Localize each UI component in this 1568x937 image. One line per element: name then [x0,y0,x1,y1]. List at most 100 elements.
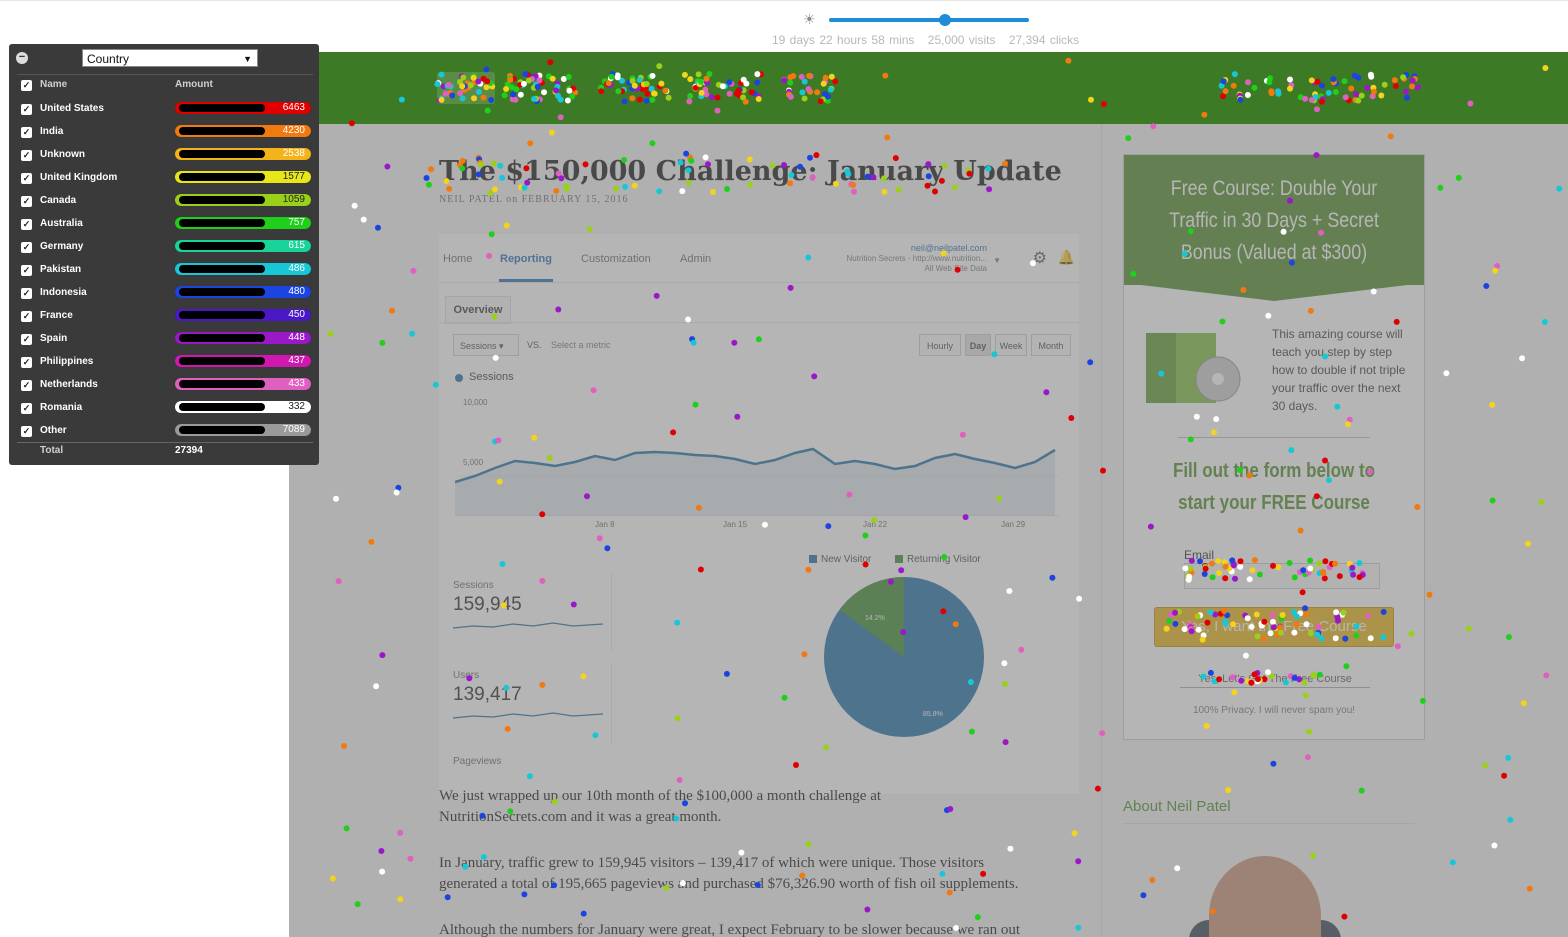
paragraph-line: We just wrapped up our 10th month of the… [439,788,882,804]
gear-icon: ⚙ [1032,250,1047,267]
metric-select-label: Sessions [460,341,497,351]
country-checkbox[interactable]: ✓ [21,127,32,138]
site-header [289,52,1568,124]
country-bar-track [179,426,265,434]
sessions-value: 159,945 [453,594,522,615]
country-bar: 1577 [175,171,311,183]
analytics-screenshot: Home Reporting Customization Admin neil@… [439,234,1079,794]
paragraph: In January, traffic grew to 159,945 visi… [439,853,1018,895]
country-bar-track [179,311,265,319]
country-name: Germany [40,241,84,252]
tab-home: Home [443,253,473,265]
users-sparkline [453,712,603,719]
users-value: 139,417 [453,684,522,705]
country-bar: 450 [175,309,311,321]
country-bar-track [179,403,265,411]
country-checkbox[interactable]: ✓ [21,242,32,253]
divider [439,322,1079,323]
country-amount: 437 [288,355,305,366]
country-amount: 1059 [282,194,305,205]
pie-legend-returning: Returning Visitor [895,554,981,565]
collapse-icon[interactable]: − [16,52,28,64]
country-bar: 4230 [175,125,311,137]
pageviews-label: Pageviews [453,756,502,767]
article-byline: NEIL PATEL on FEBRUARY 15, 2016 [439,194,629,205]
pie-new-pct: 85.8% [923,711,943,718]
country-checkbox[interactable]: ✓ [21,150,32,161]
brightness-slider[interactable] [829,18,1029,22]
paragraph: We just wrapped up our 10th month of the… [439,786,881,828]
email-field[interactable] [1184,563,1380,589]
country-amount: 448 [288,332,305,343]
duration-text: 19 days 22 hours 58 mins [772,33,915,47]
period-month: Month [1031,334,1071,356]
article-title: The $150,000 Challenge: January Update [439,156,1062,187]
free-course-link[interactable]: Yes, Let's Get The Free Course [1180,673,1370,688]
country-bar-track [179,288,265,296]
country-checkbox[interactable]: ✓ [21,219,32,230]
optin-header: Free Course: Double Your Traffic in 30 D… [1124,155,1424,285]
free-course-button[interactable]: Yes, I want the Free Course [1154,607,1394,647]
country-checkbox[interactable]: ✓ [21,357,32,368]
slider-handle[interactable] [939,14,951,26]
course-box-image [1146,333,1241,403]
country-bar-track [179,334,265,342]
country-checkbox[interactable]: ✓ [21,311,32,322]
total-label: Total [40,445,64,456]
legend-swatch [895,555,903,563]
visitor-pie-chart: 14.2% 85.8% [824,577,984,737]
nav-item[interactable] [437,72,495,104]
country-checkbox[interactable]: ✓ [21,380,32,391]
active-tab-indicator [499,279,553,282]
country-bar: 2538 [175,148,311,160]
optin-title: Free Course: Double Your Traffic in 30 D… [1169,177,1379,264]
country-name: Indonesia [40,287,87,298]
country-name: Canada [40,195,77,206]
visits-text: 25,000 visits [927,33,996,47]
x-label-jan22: Jan 22 [863,520,888,529]
country-checkbox[interactable]: ✓ [21,288,32,299]
pie-legend-new-label: New Visitor [821,554,872,565]
divider [17,442,313,443]
privacy-note: 100% Privacy. I will never spam you! [1192,705,1356,716]
country-name: Unknown [40,149,85,160]
country-amount: 486 [288,263,305,274]
x-label-jan8: Jan 8 [595,520,615,529]
page-preview: The $150,000 Challenge: January Update N… [289,52,1568,937]
country-amount: 433 [288,378,305,389]
country-checkbox[interactable]: ✓ [21,173,32,184]
country-checkbox[interactable]: ✓ [21,196,32,207]
country-bar: 486 [175,263,311,275]
country-bar-track [179,380,265,388]
country-checkbox[interactable]: ✓ [21,265,32,276]
country-bar: 615 [175,240,311,252]
country-bar-track [179,242,265,250]
country-checkbox[interactable]: ✓ [21,403,32,414]
divider [1178,437,1370,438]
sidebar-divider [1101,124,1102,937]
pie-returning-pct: 14.2% [865,615,885,622]
chevron-down-icon: ▼ [243,54,252,64]
country-bar: 1059 [175,194,311,206]
country-checkbox[interactable]: ✓ [21,334,32,345]
sessions-sparkline [453,622,603,629]
period-hourly: Hourly [919,334,961,356]
country-name: United States [40,103,104,114]
country-amount: 480 [288,286,305,297]
country-checkbox[interactable]: ✓ [21,104,32,115]
tab-admin: Admin [680,253,712,265]
optin-widget: Free Course: Double Your Traffic in 30 D… [1123,154,1425,740]
country-checkbox[interactable]: ✓ [21,426,32,437]
bell-icon: 🔔 [1057,249,1075,265]
sun-icon[interactable]: ☀ [803,12,816,26]
x-label-jan29: Jan 29 [1001,520,1026,529]
property-name: Nutrition Secrets - http://www.nutrition… [847,254,988,274]
email-label: Email [1184,548,1215,562]
dimension-select[interactable]: Country ▼ [82,49,258,67]
country-bar-track [179,104,265,112]
country-bar: 433 [175,378,311,390]
select-all-checkbox[interactable]: ✓ [21,80,32,91]
paragraph-line: In January, traffic grew to 159,945 visi… [439,855,985,871]
country-amount: 6463 [282,102,305,113]
pie-legend-returning-label: Returning Visitor [907,554,981,565]
